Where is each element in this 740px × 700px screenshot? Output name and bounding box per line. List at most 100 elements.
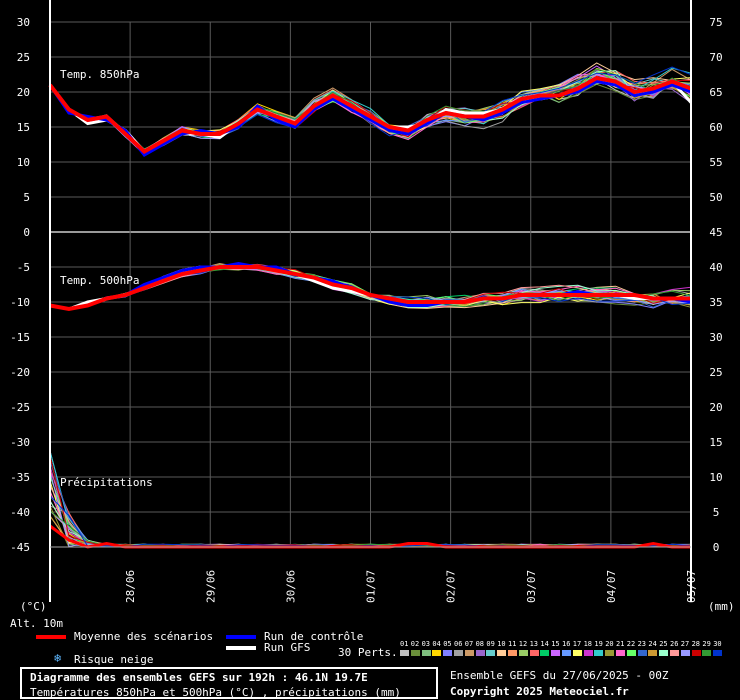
y-tick-label-right: 10 xyxy=(709,471,722,484)
y-tick-label-left: -40 xyxy=(10,506,30,519)
pert-label: 07 xyxy=(464,640,474,648)
alt-label: Alt. 10m xyxy=(10,617,63,630)
legend-gfs-swatch xyxy=(226,646,256,650)
x-tick-label: 01/07 xyxy=(365,570,378,603)
y-tick-label-right: 70 xyxy=(709,51,722,64)
pert-swatch xyxy=(475,650,485,656)
pert-label: 10 xyxy=(497,640,506,648)
pert-swatch xyxy=(637,650,647,656)
y-tick-label-right: 25 xyxy=(709,366,722,379)
y-tick-label-right: 45 xyxy=(709,226,722,239)
pert-swatch xyxy=(605,650,615,656)
y-tick-label-left: -5 xyxy=(17,261,30,274)
pert-swatch xyxy=(497,650,507,656)
pert-label: 28 xyxy=(691,640,701,648)
title-box: Diagramme des ensembles GEFS sur 192h : … xyxy=(20,667,438,699)
y-tick-label-left: 15 xyxy=(17,121,30,134)
x-tick-label: 04/07 xyxy=(605,570,618,603)
pert-swatch xyxy=(421,650,431,656)
x-tick-label: 03/07 xyxy=(525,570,538,603)
panel-label-t500: Temp. 500hPa xyxy=(60,274,139,287)
y-tick-label-left: -20 xyxy=(10,366,30,379)
y-tick-label-left: -15 xyxy=(10,331,30,344)
pert-label: 19 xyxy=(594,640,603,648)
pert-swatch xyxy=(583,650,593,656)
y-tick-label-left: -25 xyxy=(10,401,30,414)
y-tick-label-left: 20 xyxy=(17,86,30,99)
pert-swatch xyxy=(410,650,420,656)
pert-label: 06 xyxy=(454,640,463,648)
pert-label: 01 xyxy=(400,640,409,648)
pert-label: 17 xyxy=(572,640,582,648)
y-tick-label-left: 25 xyxy=(17,51,30,64)
pert-swatch xyxy=(713,650,723,656)
y-tick-label-left: -10 xyxy=(10,296,30,309)
pert-swatch xyxy=(518,650,528,656)
pert-swatch xyxy=(432,650,442,656)
y-tick-label-left: 0 xyxy=(23,226,30,239)
legend-mean-label: Moyenne des scénarios xyxy=(74,630,214,643)
y-tick-label-right: 30 xyxy=(709,331,722,344)
pert-label: 02 xyxy=(410,640,420,648)
y-tick-label-right: 65 xyxy=(709,86,722,99)
pert-swatch xyxy=(486,650,496,656)
legend-control-swatch xyxy=(226,635,256,639)
pert-swatch xyxy=(443,650,453,656)
pert-label: 08 xyxy=(475,640,485,648)
pert-label: 26 xyxy=(670,640,679,648)
pert-swatch xyxy=(508,650,517,656)
pert-label: 14 xyxy=(540,640,549,648)
pert-swatch xyxy=(659,650,669,656)
pert-swatch xyxy=(400,650,409,656)
y-tick-label-right: 5 xyxy=(713,506,720,519)
x-tick-label: 29/06 xyxy=(204,570,217,603)
ensemble-chart: 302520151050-5-10-15-20-25-30-35-40-4575… xyxy=(10,0,735,630)
pert-swatch xyxy=(562,650,571,656)
pert-swatch xyxy=(594,650,604,656)
pert-label: 04 xyxy=(432,640,441,648)
pert-label: 23 xyxy=(637,640,647,648)
x-tick-label: 02/07 xyxy=(445,570,458,603)
pert-label: 21 xyxy=(616,640,625,648)
panel-label-t850: Temp. 850hPa xyxy=(60,68,139,81)
y-tick-label-right: 75 xyxy=(709,16,722,29)
pert-label: 30 xyxy=(713,640,722,648)
legend-perts-label: 30 Perts. xyxy=(338,646,398,659)
pert-label: 15 xyxy=(551,640,560,648)
y-tick-label-right: 40 xyxy=(709,261,722,274)
run-info: Ensemble GEFS du 27/06/2025 - 00Z xyxy=(450,669,669,682)
pert-swatch xyxy=(454,650,463,656)
pert-label: 16 xyxy=(562,640,571,648)
x-tick-label: 30/06 xyxy=(284,570,297,603)
pert-swatch xyxy=(702,650,712,656)
y-tick-label-left: -30 xyxy=(10,436,30,449)
x-tick-label: 28/06 xyxy=(124,570,137,603)
pert-label: 12 xyxy=(518,640,528,648)
pert-swatch xyxy=(626,650,636,656)
pert-swatch xyxy=(670,650,679,656)
pert-label: 11 xyxy=(508,640,517,648)
snowflake-icon: ❄ xyxy=(54,651,62,665)
legend-snow-label: Risque neige xyxy=(74,653,154,666)
chart-subtitle: Températures 850hPa et 500hPa (°C) , pré… xyxy=(30,686,401,699)
pert-swatch xyxy=(529,650,539,656)
pert-label: 24 xyxy=(648,640,657,648)
y-tick-label-right: 50 xyxy=(709,191,722,204)
pert-label: 27 xyxy=(680,640,690,648)
chart-title: Diagramme des ensembles GEFS sur 192h : … xyxy=(30,671,368,684)
pert-label: 22 xyxy=(626,640,636,648)
pert-swatch xyxy=(540,650,550,656)
pert-label: 18 xyxy=(583,640,593,648)
y-tick-label-right: 60 xyxy=(709,121,722,134)
panel-label-precip: Précipitations xyxy=(60,476,153,489)
pert-label: 13 xyxy=(529,640,539,648)
y-tick-label-left: 5 xyxy=(23,191,30,204)
pert-label: 25 xyxy=(659,640,668,648)
pert-label: 05 xyxy=(443,640,452,648)
pert-swatch xyxy=(464,650,474,656)
legend-mean-swatch xyxy=(36,635,66,639)
copyright: Copyright 2025 Meteociel.fr xyxy=(450,685,629,698)
pert-swatch xyxy=(648,650,658,656)
pert-label: 09 xyxy=(486,640,495,648)
y-tick-label-left: -35 xyxy=(10,471,30,484)
